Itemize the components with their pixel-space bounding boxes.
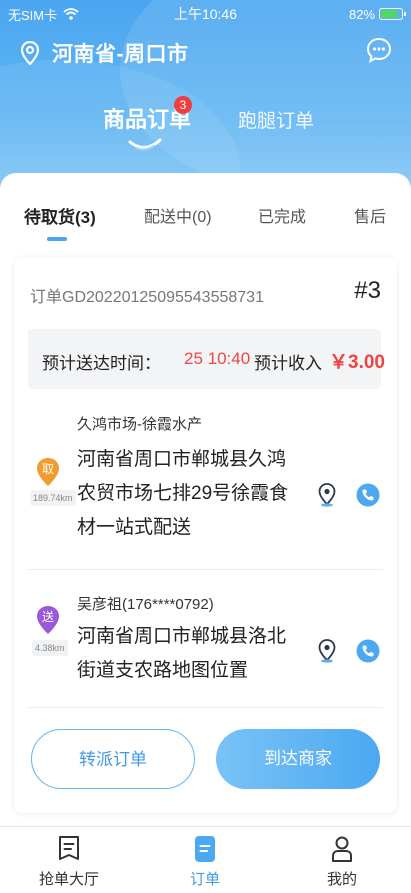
status-bar: 无SIM卡 上午10:46 82% xyxy=(0,0,411,28)
pickup-store-name: 久鸿市场-徐霞水产 xyxy=(77,416,202,433)
order-sequence: #3 xyxy=(354,277,381,304)
phone-call-icon[interactable] xyxy=(356,483,380,507)
nav-label: 我的 xyxy=(326,871,357,888)
eta-value: 25 10:40 xyxy=(184,349,251,368)
nav-orders[interactable]: 订单 xyxy=(160,835,250,889)
phone-call-icon[interactable] xyxy=(356,639,380,663)
person-icon xyxy=(332,836,352,862)
pickup-address: 河南省周口市郸城县久鸿农贸市场七排29号徐霞食材一站式配送 xyxy=(77,449,289,538)
eta-label: 预计送达时间： xyxy=(42,354,161,373)
delivery-stop: 吴彦祖(176****0792) 送 4.38km 河南省周口市郸城县洛北街道支… xyxy=(14,587,397,707)
pickup-pin-icon: 取 xyxy=(37,458,59,486)
nav-profile[interactable]: 我的 xyxy=(297,835,387,889)
recipient-name: 吴彦祖(176****0792) xyxy=(77,596,214,613)
income-label: 预计收入 xyxy=(254,354,322,373)
battery-fill xyxy=(381,10,398,18)
location-selector[interactable]: 河南省-周口市 xyxy=(20,38,189,68)
pickup-tag: 取 xyxy=(42,462,54,476)
status-tabs: 待取货(3) 配送中(0) 已完成 售后 xyxy=(0,173,411,245)
location-text: 河南省-周口市 xyxy=(52,43,189,66)
delivery-address: 河南省周口市郸城县洛北街道支农路地图位置 xyxy=(77,626,287,681)
clock: 上午10:46 xyxy=(173,6,238,22)
nav-label: 抢单大厅 xyxy=(38,871,99,888)
tab-after-sales[interactable]: 售后 xyxy=(354,203,386,227)
delivery-tag: 送 xyxy=(42,609,54,624)
tab-delivering[interactable]: 配送中(0) xyxy=(144,203,212,227)
order-icon xyxy=(195,836,215,862)
clipboard-icon xyxy=(59,836,79,860)
map-navigate-icon[interactable] xyxy=(315,639,339,663)
order-info-bar: 预计送达时间： 25 10:40 预计收入 ￥3.00 xyxy=(28,329,385,389)
tab-completed[interactable]: 已完成 xyxy=(258,203,306,227)
orders-panel: 待取货(3) 配送中(0) 已完成 售后 订单GD202201250955435… xyxy=(0,173,411,833)
tab-errand-orders[interactable]: 跑腿订单 xyxy=(238,106,314,133)
nav-label: 订单 xyxy=(189,871,220,888)
order-card[interactable]: 订单GD20220125095543558731 #3 预计送达时间： 25 1… xyxy=(14,257,397,813)
tab-pending-pickup[interactable]: 待取货(3) xyxy=(24,203,96,228)
actions-divider xyxy=(28,707,383,708)
status-tab-indicator xyxy=(47,237,67,241)
nav-order-hall[interactable]: 抢单大厅 xyxy=(24,835,114,889)
delivery-pin-icon: 送 xyxy=(37,606,59,634)
arrive-at-merchant-button[interactable]: 到达商家 xyxy=(216,729,380,789)
pickup-distance: 189.74km xyxy=(30,490,76,506)
income-value: ￥3.00 xyxy=(329,352,385,373)
location-pin-icon xyxy=(20,41,40,65)
delivery-distance: 4.38km xyxy=(32,640,68,656)
goods-orders-badge: 3 xyxy=(174,96,192,114)
reassign-order-button[interactable]: 转派订单 xyxy=(31,729,195,789)
order-type-tabs: 商品订单 3 跑腿订单 xyxy=(0,96,411,156)
message-icon[interactable] xyxy=(365,36,393,64)
stop-divider xyxy=(28,569,383,570)
battery-icon xyxy=(379,8,406,20)
order-number: 订单GD20220125095543558731 xyxy=(30,289,264,306)
bottom-nav: 抢单大厅 订单 我的 xyxy=(0,826,411,893)
map-navigate-icon[interactable] xyxy=(315,483,339,507)
pickup-stop: 久鸿市场-徐霞水产 取 189.74km 河南省周口市郸城县久鸿农贸市场七排29… xyxy=(14,409,397,569)
tab-active-indicator xyxy=(128,138,162,151)
